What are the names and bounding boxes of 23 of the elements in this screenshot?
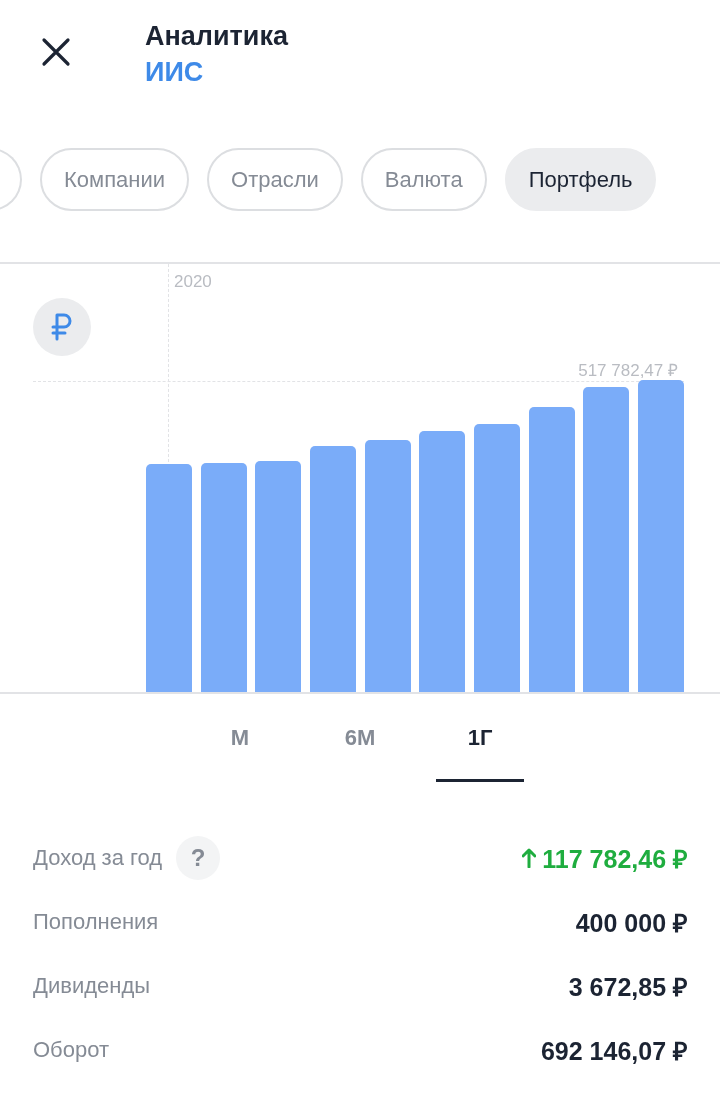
close-icon	[41, 37, 71, 67]
year-label: 2020	[174, 272, 212, 292]
stat-value: 692 146,07 ₽	[540, 1036, 688, 1067]
max-value-label: 517 782,47 ₽	[578, 360, 678, 381]
category-chip[interactable]: Валюта	[360, 148, 487, 211]
page-title: Аналитика	[145, 20, 288, 52]
stat-value: 117 782,46 ₽	[542, 844, 688, 875]
period-tab[interactable]: 1Г	[436, 694, 524, 782]
period-tab[interactable]: М	[196, 694, 284, 782]
arrow-up-icon	[522, 848, 537, 868]
ruble-icon	[51, 313, 73, 341]
stat-value: 400 000 ₽	[575, 908, 688, 939]
account-subtitle: ИИС	[145, 56, 205, 88]
stat-label: Оборот	[33, 1037, 109, 1063]
stat-label: Доход за год	[33, 845, 163, 871]
help-button[interactable]: ?	[176, 836, 221, 880]
category-chip[interactable]: Компании	[40, 148, 190, 211]
stat-value: 3 672,85 ₽	[568, 972, 688, 1003]
stat-label: Пополнения	[33, 909, 159, 935]
category-chip[interactable]: Отрасли	[207, 148, 343, 211]
period-tab[interactable]: 6М	[316, 694, 404, 782]
stat-label: Дивиденды	[33, 973, 151, 999]
category-chip[interactable]: Портфель	[504, 148, 657, 211]
